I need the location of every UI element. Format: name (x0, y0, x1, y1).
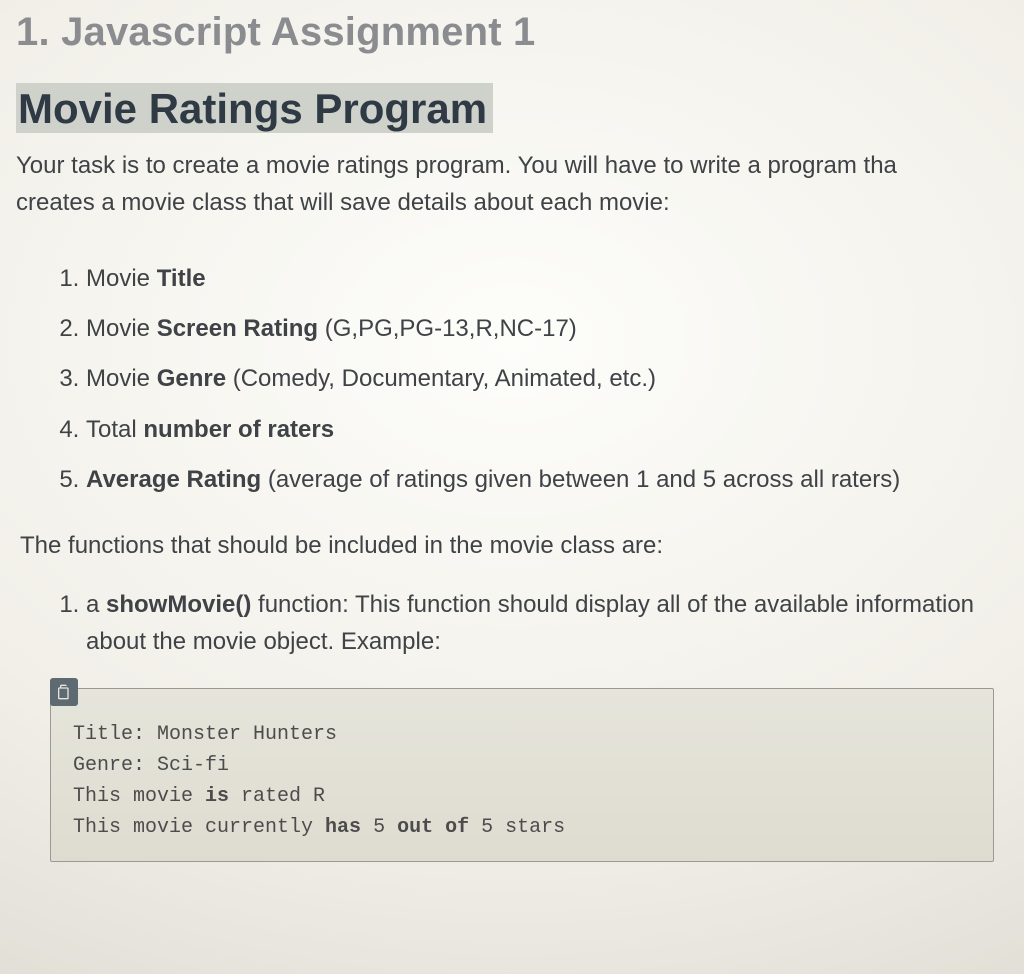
code-block: Title: Monster Hunters Genre: Sci-fi Thi… (50, 688, 994, 862)
list-item: Movie Screen Rating (G,PG,PG-13,R,NC-17) (86, 304, 1024, 354)
intro-line-1: Your task is to create a movie ratings p… (16, 152, 897, 179)
properties-list: Movie Title Movie Screen Rating (G,PG,PG… (16, 254, 1024, 506)
functions-intro: The functions that should be included in… (20, 532, 1024, 560)
intro-paragraph: Your task is to create a movie ratings p… (16, 147, 1024, 221)
list-item: a showMovie() function: This function sh… (86, 586, 1024, 660)
list-item: Movie Title (86, 254, 1024, 304)
page-title: Movie Ratings Program (16, 83, 493, 133)
functions-list: a showMovie() function: This function sh… (16, 586, 1024, 660)
list-item: Total number of raters (86, 405, 1024, 455)
intro-line-2: creates a movie class that will save det… (16, 189, 670, 216)
code-example: Title: Monster Hunters Genre: Sci-fi Thi… (50, 688, 994, 862)
list-item: Movie Genre (Comedy, Documentary, Animat… (86, 354, 1024, 404)
list-item: Average Rating (average of ratings given… (86, 455, 1024, 505)
section-number-title: 1. Javascript Assignment 1 (16, 10, 1024, 55)
clipboard-icon (50, 678, 78, 706)
